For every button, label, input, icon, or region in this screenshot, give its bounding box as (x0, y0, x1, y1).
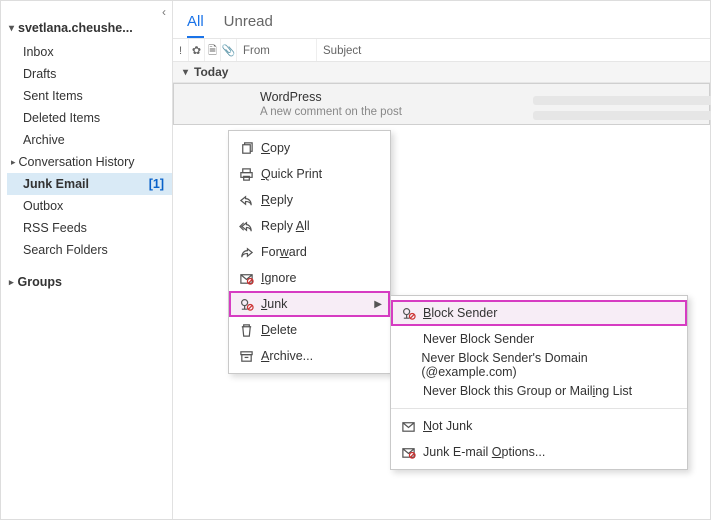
date-group-label: Today (194, 65, 228, 79)
folder-sidebar: ‹ ▾ svetlana.cheushe... Inbox Drafts Sent … (1, 1, 173, 519)
menu-item-copy[interactable]: Copy (229, 135, 390, 161)
folder-label: Search Folders (23, 243, 108, 257)
menu-item-label: Junk (261, 297, 287, 311)
folder-rss-feeds[interactable]: RSS Feeds (7, 217, 172, 239)
menu-item-label: Junk E-mail Options... (423, 445, 545, 459)
folder-conversation-history[interactable]: ▸Conversation History (7, 151, 172, 173)
menu-item-delete[interactable]: Delete (229, 317, 390, 343)
copy-icon (239, 141, 261, 156)
options-icon (401, 445, 423, 460)
context-menu: Copy Quick Print Reply Reply All Forward Igno… (228, 130, 391, 374)
expand-caret-icon: ▾ (9, 23, 14, 34)
folder-junk-email[interactable]: Junk Email [1] (7, 173, 172, 195)
attachment-column-icon[interactable]: 📎 (221, 39, 237, 61)
groups-row[interactable]: ▸ Groups (1, 267, 172, 293)
menu-item-never-block-this-group-or-mailing-list[interactable]: Never Block this Group or Mailing List (391, 378, 687, 404)
menu-item-label: Reply (261, 193, 293, 207)
tab-unread[interactable]: Unread (224, 13, 273, 38)
folder-label: Archive (23, 133, 65, 147)
junk-submenu: Block Sender Never Block Sender Never Bloc… (390, 295, 688, 470)
reminder-column-icon[interactable]: ✿ (189, 39, 205, 61)
subject-column[interactable]: Subject (317, 39, 710, 61)
menu-item-junk-e-mail-options[interactable]: Junk E-mail Options... (391, 439, 687, 465)
menu-item-forward[interactable]: Forward (229, 239, 390, 265)
menu-item-label: Never Block Sender's Domain (@example.co… (421, 351, 667, 379)
forward-icon (239, 245, 261, 260)
tab-all[interactable]: All (187, 13, 204, 38)
folder-label: Deleted Items (23, 111, 100, 125)
menu-item-never-block-sender[interactable]: Never Block Sender (391, 326, 687, 352)
menu-item-block-sender[interactable]: Block Sender (391, 300, 687, 326)
menu-item-not-junk[interactable]: Not Junk (391, 413, 687, 439)
junk-icon (239, 297, 261, 312)
menu-item-reply-all[interactable]: Reply All (229, 213, 390, 239)
menu-item-junk[interactable]: Junk ▶ (229, 291, 390, 317)
folder-label: RSS Feeds (23, 221, 87, 235)
menu-item-never-block-sender-s-domain-example-com[interactable]: Never Block Sender's Domain (@example.co… (391, 352, 687, 378)
menu-item-ignore[interactable]: Ignore (229, 265, 390, 291)
replyall-icon (239, 219, 261, 234)
folder-drafts[interactable]: Drafts (7, 63, 172, 85)
menu-item-label: Copy (261, 141, 290, 155)
icon-column-icon[interactable]: 🗎 (205, 39, 221, 61)
reply-icon (239, 193, 261, 208)
menu-item-label: Block Sender (423, 306, 497, 320)
folder-label: Drafts (23, 67, 56, 81)
unread-count: [1] (149, 177, 164, 191)
collapse-sidebar-icon[interactable]: ‹ (162, 5, 166, 19)
menu-item-reply[interactable]: Reply (229, 187, 390, 213)
folder-inbox[interactable]: Inbox (7, 41, 172, 63)
folder-label: Outbox (23, 199, 63, 213)
account-name: svetlana.cheushe... (18, 21, 133, 35)
folder-label: Junk Email (23, 177, 89, 191)
expand-caret-icon: ▸ (11, 157, 16, 168)
folder-label: Inbox (23, 45, 54, 59)
menu-item-label: Never Block this Group or Mailing List (423, 384, 632, 398)
from-column[interactable]: From (237, 39, 317, 61)
archive-icon (239, 349, 261, 364)
menu-item-label: Ignore (261, 271, 296, 285)
folder-search-folders[interactable]: Search Folders (7, 239, 172, 261)
notjunk-icon (401, 419, 423, 434)
menu-item-label: Archive... (261, 349, 313, 363)
folder-label: Sent Items (23, 89, 83, 103)
menu-item-quick-print[interactable]: Quick Print (229, 161, 390, 187)
collapse-caret-icon: ▾ (183, 67, 188, 78)
importance-column-icon[interactable]: ! (173, 39, 189, 61)
message-preview-blur (533, 96, 704, 126)
folder-deleted-items[interactable]: Deleted Items (7, 107, 172, 129)
expand-caret-icon: ▸ (9, 277, 14, 288)
print-icon (239, 167, 261, 182)
delete-icon (239, 323, 261, 338)
folder-label: Conversation History (19, 155, 135, 169)
menu-item-label: Reply All (261, 219, 310, 233)
date-group-header[interactable]: ▾ Today (173, 62, 710, 83)
folder-archive[interactable]: Archive (7, 129, 172, 151)
folder-outbox[interactable]: Outbox (7, 195, 172, 217)
folder-sent-items[interactable]: Sent Items (7, 85, 172, 107)
menu-item-label: Delete (261, 323, 297, 337)
menu-separator (391, 408, 687, 409)
block-icon (401, 306, 423, 321)
submenu-arrow-icon: ▶ (374, 299, 382, 310)
menu-item-label: Not Junk (423, 419, 472, 433)
ignore-icon (239, 271, 261, 286)
column-header: ! ✿ 🗎 📎 From Subject (173, 38, 710, 62)
menu-item-label: Never Block Sender (423, 332, 534, 346)
menu-item-label: Forward (261, 245, 307, 259)
menu-item-label: Quick Print (261, 167, 322, 181)
groups-label: Groups (18, 275, 62, 289)
menu-item-archive[interactable]: Archive... (229, 343, 390, 369)
account-row[interactable]: ▾ svetlana.cheushe... (1, 17, 172, 39)
